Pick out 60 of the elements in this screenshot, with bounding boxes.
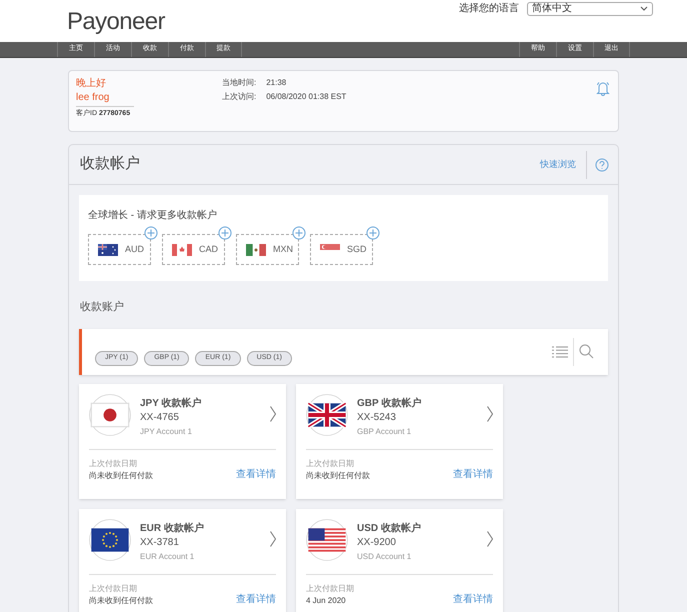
last-payment-label: 上次付款日期 xyxy=(306,582,354,594)
chevron-down-icon xyxy=(640,6,648,12)
chevron-right-icon[interactable] xyxy=(487,530,493,546)
account-card[interactable]: GBP 收款帐户 XX-5243 GBP Account 1 上次付款日期 尚未收到任何付款 查看详情 xyxy=(296,384,503,498)
account-nickname: USD Account 1 xyxy=(357,550,412,562)
flag-icon xyxy=(306,394,348,436)
last-payment-value: 尚未收到任何付款 xyxy=(89,470,153,482)
last-payment-label: 上次付款日期 xyxy=(89,582,138,594)
search-icon[interactable] xyxy=(579,344,594,359)
flag-icon xyxy=(246,244,266,256)
request-title: 全球增长 - 请求更多收款帐户 xyxy=(88,208,218,223)
add-icon[interactable] xyxy=(292,226,306,240)
last-visit: 06/08/2020 01:38 EST xyxy=(266,91,346,103)
chevron-right-icon[interactable] xyxy=(487,406,493,422)
bell-icon[interactable] xyxy=(596,81,610,96)
last-payment-value: 尚未收到任何付款 xyxy=(89,594,153,606)
flag-icon xyxy=(89,518,131,560)
account-title: EUR 收款帐户 xyxy=(140,522,204,536)
last-payment-label: 上次付款日期 xyxy=(306,458,355,470)
currency-request-option[interactable]: AUD xyxy=(88,234,151,265)
account-card[interactable]: EUR 收款帐户 XX-3781 EUR Account 1 上次付款日期 尚未收到任何付款 查看详情 xyxy=(79,508,286,612)
account-card[interactable]: JPY 收款帐户 XX-4765 JPY Account 1 上次付款日期 尚未收到任何付款 查看详情 xyxy=(79,384,286,498)
logo[interactable]: Payoneer xyxy=(67,10,165,34)
account-title: USD 收款帐户 xyxy=(357,522,421,536)
add-icon[interactable] xyxy=(218,226,232,240)
flag-icon xyxy=(306,518,348,560)
chevron-right-icon[interactable] xyxy=(270,406,276,422)
local-time-label: 当地时间: xyxy=(222,77,256,89)
language-label: 选择您的语言 xyxy=(459,2,519,16)
account-nickname: JPY Account 1 xyxy=(140,426,193,438)
flag-icon xyxy=(98,244,118,256)
user-name: lee frog xyxy=(76,91,134,107)
local-time: 21:38 xyxy=(266,77,288,89)
last-payment-value: 尚未收到任何付款 xyxy=(306,470,370,482)
section-title: 收款账户 xyxy=(80,300,125,315)
last-visit-label: 上次访问: xyxy=(222,91,256,103)
account-nickname: GBP Account 1 xyxy=(357,426,412,438)
account-title: GBP 收款帐户 xyxy=(357,396,422,410)
currency-request-option[interactable]: SGD xyxy=(310,234,373,265)
last-payment-value: 4 Jun 2020 xyxy=(306,594,347,606)
language-select[interactable]: 简体中文 xyxy=(527,2,653,16)
account-number: XX-3781 xyxy=(140,536,180,550)
account-nickname: EUR Account 1 xyxy=(140,550,196,562)
help-icon[interactable] xyxy=(595,158,609,172)
account-card[interactable]: USD 收款帐户 XX-9200 USD Account 1 上次付款日期 4 Jun 2020 查看详情 xyxy=(296,508,503,612)
currency-request-option[interactable]: CAD xyxy=(162,234,225,265)
currency-request-option[interactable]: MXN xyxy=(236,234,299,265)
account-number: XX-5243 xyxy=(357,410,397,424)
chevron-right-icon[interactable] xyxy=(270,530,276,546)
flag-icon xyxy=(89,394,131,436)
account-title: JPY 收款帐户 xyxy=(140,396,202,410)
list-icon[interactable] xyxy=(552,346,568,358)
panel-title: 收款帐户 xyxy=(80,154,140,174)
account-number: XX-9200 xyxy=(357,536,397,550)
greeting-text: 晚上好 xyxy=(76,77,107,91)
account-number: XX-4765 xyxy=(140,410,180,424)
add-icon[interactable] xyxy=(366,226,380,240)
flag-icon xyxy=(172,244,192,256)
add-icon[interactable] xyxy=(144,226,158,240)
last-payment-label: 上次付款日期 xyxy=(89,458,138,470)
